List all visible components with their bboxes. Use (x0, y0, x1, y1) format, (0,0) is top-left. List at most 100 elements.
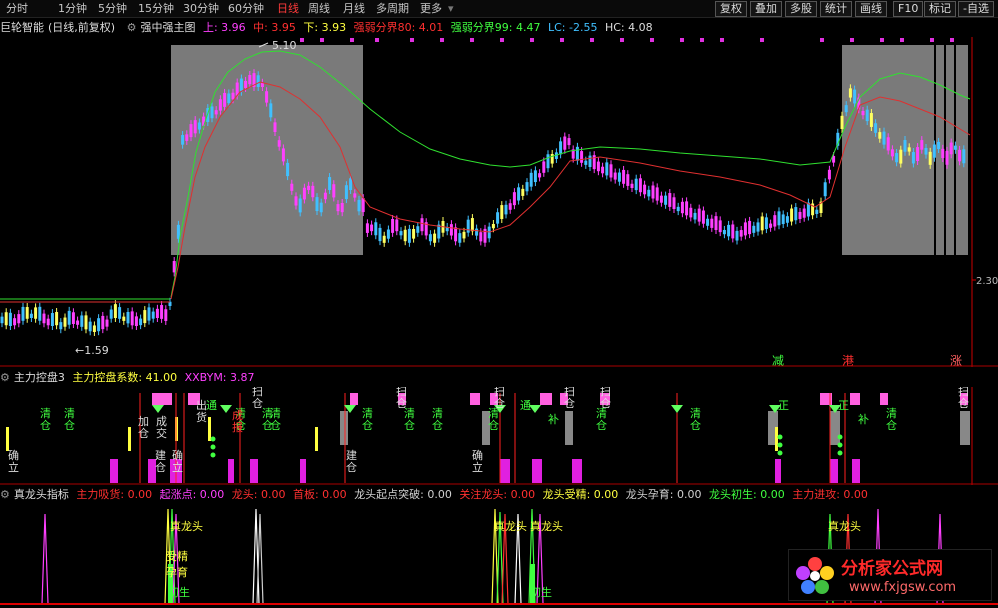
candle-body (668, 193, 672, 207)
period-tab[interactable]: 分时 (6, 0, 28, 18)
lc-value: LC: -2.55 (547, 21, 598, 34)
indicator-name[interactable]: 强中强主图 (140, 21, 195, 34)
draw-line-button[interactable]: 画线 (855, 1, 887, 17)
candle-body (769, 223, 773, 228)
candle-body (181, 135, 185, 145)
candle-body (680, 201, 684, 214)
period-toolbar: 分时 1分钟 5分钟 15分钟 30分钟 60分钟 日线 周线 月线 多周期 更… (0, 0, 998, 18)
period-tab[interactable]: 多周期 (376, 0, 409, 18)
candle-body (25, 307, 29, 319)
watermark-url: www.fxjgsw.com (849, 580, 957, 595)
mark-button[interactable]: 标记 (924, 1, 956, 17)
candle-body (525, 182, 529, 192)
period-tab-active[interactable]: 日线 (277, 0, 299, 18)
candle-body (798, 211, 802, 219)
candle-body (307, 185, 311, 191)
candle-body (714, 216, 718, 230)
candle-body (416, 226, 420, 233)
candle-body (504, 204, 508, 215)
candle-body (126, 311, 130, 324)
candle-body (890, 149, 894, 157)
stock-name: 巨轮智能 (0, 21, 44, 34)
candle-body (962, 149, 966, 164)
candle-body (17, 314, 21, 324)
dragon-spike (41, 513, 49, 605)
panel-name[interactable]: 主力控盘3 (14, 371, 65, 384)
candle-body (46, 318, 50, 326)
candle-body (210, 106, 214, 119)
candle-body (277, 140, 281, 147)
period-tab[interactable]: 更多 (420, 0, 442, 18)
more-chevron-icon[interactable]: ▾ (448, 0, 454, 18)
overlay-button[interactable]: 叠加 (750, 1, 782, 17)
multi-stock-button[interactable]: 多股 (785, 1, 817, 17)
candle-body (500, 205, 504, 220)
dragon-value: 主力进攻: 0.00 (792, 488, 868, 501)
xxbym-value: XXBYM: 3.87 (184, 371, 255, 384)
period-tab[interactable]: 30分钟 (183, 0, 219, 18)
candle-body (949, 142, 953, 155)
candle-body (748, 220, 752, 235)
candle-body (941, 148, 945, 159)
green-dot (837, 434, 843, 440)
signal-label: 正 (778, 399, 789, 412)
candle-body (731, 224, 735, 239)
candle-body (781, 214, 785, 225)
indicator-gear-icon[interactable]: ⚙ (127, 21, 137, 34)
marker-harbor: 港 (842, 354, 854, 367)
signal-label: 清仓 (404, 407, 415, 432)
dragon-value: 龙头初生: 0.00 (709, 488, 785, 501)
period-tab[interactable]: 60分钟 (228, 0, 264, 18)
candle-body (529, 172, 533, 187)
panel-name[interactable]: 真龙头指标 (14, 488, 69, 501)
candle-body (428, 234, 432, 242)
candle-body (617, 172, 621, 182)
candle-body (231, 92, 235, 100)
candle-body (466, 219, 470, 233)
magenta-bottom-bar (830, 459, 838, 483)
period-tab[interactable]: 1分钟 (58, 0, 87, 18)
period-tab[interactable]: 月线 (343, 0, 365, 18)
panel-gear-icon[interactable]: ⚙ (0, 488, 10, 501)
magenta-top-bar (152, 393, 172, 405)
candle-body (651, 185, 655, 199)
top-signal-mark (320, 38, 324, 42)
statistics-button[interactable]: 统计 (820, 1, 852, 17)
candle-body (563, 136, 567, 150)
signal-label: 清仓 (40, 407, 51, 432)
hc-value: HC: 4.08 (604, 21, 653, 34)
candle-body (357, 199, 361, 212)
strength-99-value: 强弱分界99: 4.47 (450, 21, 541, 34)
period-tab[interactable]: 周线 (308, 0, 330, 18)
period-tab[interactable]: 15分钟 (138, 0, 174, 18)
magenta-bottom-bar (572, 459, 582, 483)
candle-body (13, 318, 17, 326)
f10-button[interactable]: F10 (893, 1, 924, 17)
top-signal-mark (680, 38, 684, 42)
candle-body (281, 148, 285, 162)
watchlist-button[interactable]: -自选 (958, 1, 994, 17)
candle-body (265, 91, 269, 103)
dragon-value: 龙头: 0.00 (231, 488, 286, 501)
magenta-top-bar (850, 393, 860, 405)
candle-body (521, 188, 525, 196)
green-dot (210, 444, 216, 450)
candle-body (878, 132, 882, 139)
yellow-bar (775, 427, 778, 451)
candle-body (911, 152, 915, 164)
top-signal-mark (410, 38, 414, 42)
magenta-bottom-bar (775, 459, 781, 483)
candle-body (920, 140, 924, 150)
restore-rights-button[interactable]: 复权 (715, 1, 747, 17)
candle-body (349, 178, 353, 191)
green-triangle-icon (220, 405, 232, 413)
candle-body (130, 311, 134, 326)
control-panel-chart[interactable]: 清仓清仓清仓清仓清仓清仓清仓清仓清仓清仓清仓清仓扫仓扫仓扫仓扫仓扫仓扫仓确立确立… (0, 387, 998, 485)
top-signal-mark (440, 38, 444, 42)
gray-bar (960, 411, 970, 445)
candle-body (958, 149, 962, 162)
main-price-chart[interactable]: 2.30 5.10 ←1.59 减 港 涨 (0, 37, 998, 367)
period-tab[interactable]: 5分钟 (98, 0, 127, 18)
dragon-label: 真龙头 (170, 519, 203, 533)
panel-gear-icon[interactable]: ⚙ (0, 371, 10, 384)
